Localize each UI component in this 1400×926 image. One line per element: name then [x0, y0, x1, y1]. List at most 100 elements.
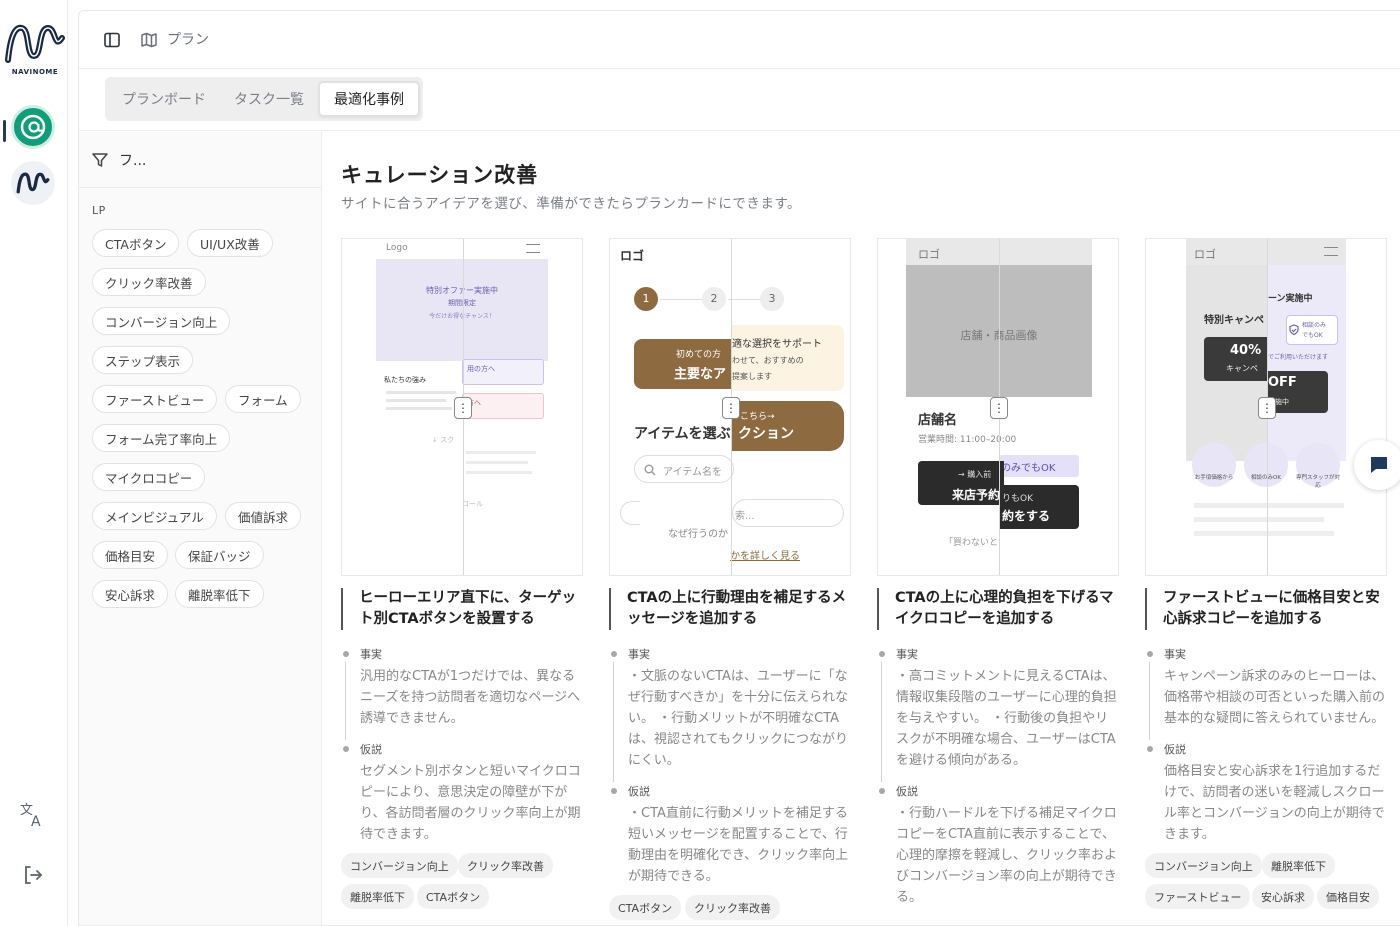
mock-banner-sub2: 今だけお得なチャンス！ [429, 313, 495, 320]
before-after-preview[interactable]: ロゴ 特別キャンペ ーン実施中 40% キャンペ 相談のみ でもOK でご利用い… [1145, 238, 1387, 576]
card-tag[interactable]: ファーストビュー [1145, 884, 1251, 909]
filter-chip[interactable]: ステップ表示 [92, 346, 194, 374]
card-tag[interactable]: 安心訴求 [1252, 884, 1314, 909]
filter-chip[interactable]: 離脱率低下 [175, 580, 264, 608]
mock-right-msg: わせて、おすすめの [732, 356, 804, 365]
card-tag[interactable]: 離脱率低下 [341, 884, 414, 909]
mock-cta-right: クション [738, 426, 794, 442]
fact-text: キャンペーン訴求のみのヒーローは、価格帯や相談の可否といった購入前の基本的な疑問… [1164, 669, 1386, 726]
filter-chip[interactable]: UI/UX改善 [187, 229, 273, 257]
before-after-preview[interactable]: Logo 特別オファー実施中 期間限定 今だけお得なチャンス！ 私たちの強み 用… [341, 238, 583, 576]
card-tag[interactable]: クリック率改善 [458, 853, 553, 878]
tab-plan-board[interactable]: プランボード [108, 81, 220, 117]
fact-dot [1147, 651, 1153, 657]
filter-toggle[interactable]: フ... [91, 150, 146, 170]
mock-reserve-left: 来店予約 [952, 488, 1001, 502]
card-tag[interactable]: CTAボタン [609, 895, 682, 920]
card-tag[interactable]: コンバージョン向上 [1145, 853, 1262, 878]
mock-head-right: ーン実施中 [1268, 294, 1313, 304]
hypothesis-text: ・行動ハードルを下げる補足マイクロコピーをCTA直前に表示することで、心理的摩擦… [896, 806, 1118, 905]
card-tag[interactable]: CTAボタン [417, 884, 490, 909]
mock-left-head: 主要なア [674, 367, 727, 382]
hypothesis-label: 仮説 [628, 785, 650, 798]
mock-target-button: 方へ [462, 393, 544, 419]
divider [79, 187, 322, 188]
filter-group-label: LP [92, 204, 106, 217]
card-tag[interactable]: クリック率改善 [685, 895, 780, 920]
mock-logo: Logo [386, 243, 408, 253]
timeline-rail [881, 662, 882, 782]
filter-chip[interactable]: 価格目安 [92, 541, 169, 569]
card-title: CTAの上に行動理由を補足するメッセージを追加する [609, 588, 851, 630]
mock-head-left: 特別キャンペ [1204, 315, 1264, 326]
timeline-rail [613, 662, 614, 782]
fact-text: ・高コミットメントに見えるCTAは、情報収集段階のユーザーに心理的負担を与えやす… [896, 669, 1117, 768]
page-subtitle: サイトに合うアイデアを選び、準備ができたらプランカードにできます。 [341, 196, 801, 212]
card-tag[interactable]: 離脱率低下 [1262, 853, 1335, 878]
filter-chip[interactable]: 価値訴求 [225, 502, 302, 530]
mock-logo: ロゴ [918, 248, 940, 261]
mock-reserve-right: 約をする [1002, 509, 1051, 523]
mock-search-r: 索... [732, 499, 844, 527]
card-tag[interactable]: コンバージョン向上 [341, 853, 458, 878]
tab-optimization-cases[interactable]: 最適化事例 [318, 81, 420, 117]
mock-percent: 40% [1230, 343, 1262, 358]
filter-chip[interactable]: マイクロコピー [92, 463, 206, 491]
filter-chip[interactable]: 安心訴求 [92, 580, 169, 608]
mock-step: 3 [760, 287, 784, 311]
card-title: CTAの上に心理的負担を下げるマイクロコピーを追加する [877, 588, 1119, 630]
navinome-logo[interactable]: NAVINOME [4, 20, 66, 78]
mock-cta-small: こちら→ [740, 412, 775, 422]
left-rail: NAVINOME 文A [0, 0, 68, 926]
fact-text: 汎用的なCTAが1つだけでは、異なるニーズを持つ訪問者を適切なページへ誘導できま… [360, 669, 581, 726]
logout-icon[interactable] [16, 858, 50, 892]
at-sign-icon [20, 114, 46, 140]
breadcrumb-plan[interactable]: プラン [167, 29, 209, 49]
hypothesis-text: 価格目安と安心訴求を1行追加するだけで、訪問者の迷いを軽減しスクロール率とコンバ… [1164, 764, 1385, 842]
filter-chip[interactable]: コンバージョン向上 [92, 307, 231, 335]
logo-mark-icon [5, 24, 65, 63]
hypothesis-label: 仮説 [1164, 743, 1186, 756]
mock-banner: 特別オファー実施中 [426, 286, 498, 295]
mock-badge-line: 相談のみ [1302, 322, 1327, 329]
hypothesis-dot [611, 788, 617, 794]
tab-task-list[interactable]: タスク一覧 [220, 81, 318, 117]
language-icon[interactable]: 文A [16, 797, 50, 831]
card-title: ファーストビューに価格目安と安心訴求コピーを追加する [1145, 588, 1387, 630]
card-tag[interactable]: 価格目安 [1317, 884, 1379, 909]
mock-footer: ロール [462, 500, 483, 508]
chat-button[interactable] [1354, 440, 1400, 490]
fact-dot [343, 651, 349, 657]
compare-slider-handle[interactable]: ⋮ [990, 397, 1008, 419]
hypothesis-dot [343, 746, 349, 752]
filter-chip[interactable]: ファーストビュー [92, 385, 218, 413]
mock-strength: 私たちの強み [384, 376, 426, 384]
mock-mid-text: りもOK [1002, 494, 1033, 504]
filter-chip[interactable]: メインビジュアル [92, 502, 217, 530]
filter-chip[interactable]: クリック率改善 [92, 268, 206, 296]
workspace-navinome-button[interactable] [11, 161, 55, 205]
hypothesis-label: 仮説 [896, 785, 918, 798]
filter-chip[interactable]: 保証バッジ [175, 541, 264, 569]
fact-label: 事実 [360, 648, 382, 661]
content-area: キュレーション改善 サイトに合うアイデアを選び、準備ができたらプランカードにでき… [323, 132, 1400, 925]
before-after-preview[interactable]: ロゴ 店舗・商品画像 店舗名 営業時間: 11:00–20:00 のみでもOK … [877, 238, 1119, 576]
compare-slider-handle[interactable]: ⋮ [1258, 397, 1276, 419]
mock-feature-icon: 相談のみOK [1244, 443, 1288, 487]
shield-check-icon [1288, 321, 1300, 336]
timeline-rail [345, 662, 346, 740]
mock-right-msg: 適な選択をサポート [732, 339, 822, 350]
filter-chip[interactable]: フォーム完了率向上 [92, 424, 231, 452]
before-after-preview[interactable]: ロゴ 1 2 3 初めての方 主要なア 適な選択をサポート わせて、おすすめの … [609, 238, 851, 576]
filter-chip[interactable]: フォーム [225, 385, 301, 413]
mock-cta-left: アイテムを選ぶ [634, 426, 731, 442]
mock-logo: ロゴ [620, 249, 645, 263]
compare-slider-handle[interactable]: ⋮ [454, 397, 472, 419]
workspace-active-button[interactable] [3, 105, 55, 149]
menu-icon [526, 244, 540, 253]
mock-step: 2 [702, 287, 726, 311]
compare-slider-handle[interactable]: ⋮ [722, 397, 740, 419]
filter-chip[interactable]: CTAボタン [92, 229, 180, 257]
sidebar-toggle-icon[interactable] [102, 30, 122, 50]
mock-more: かを詳しく見る [730, 551, 800, 562]
